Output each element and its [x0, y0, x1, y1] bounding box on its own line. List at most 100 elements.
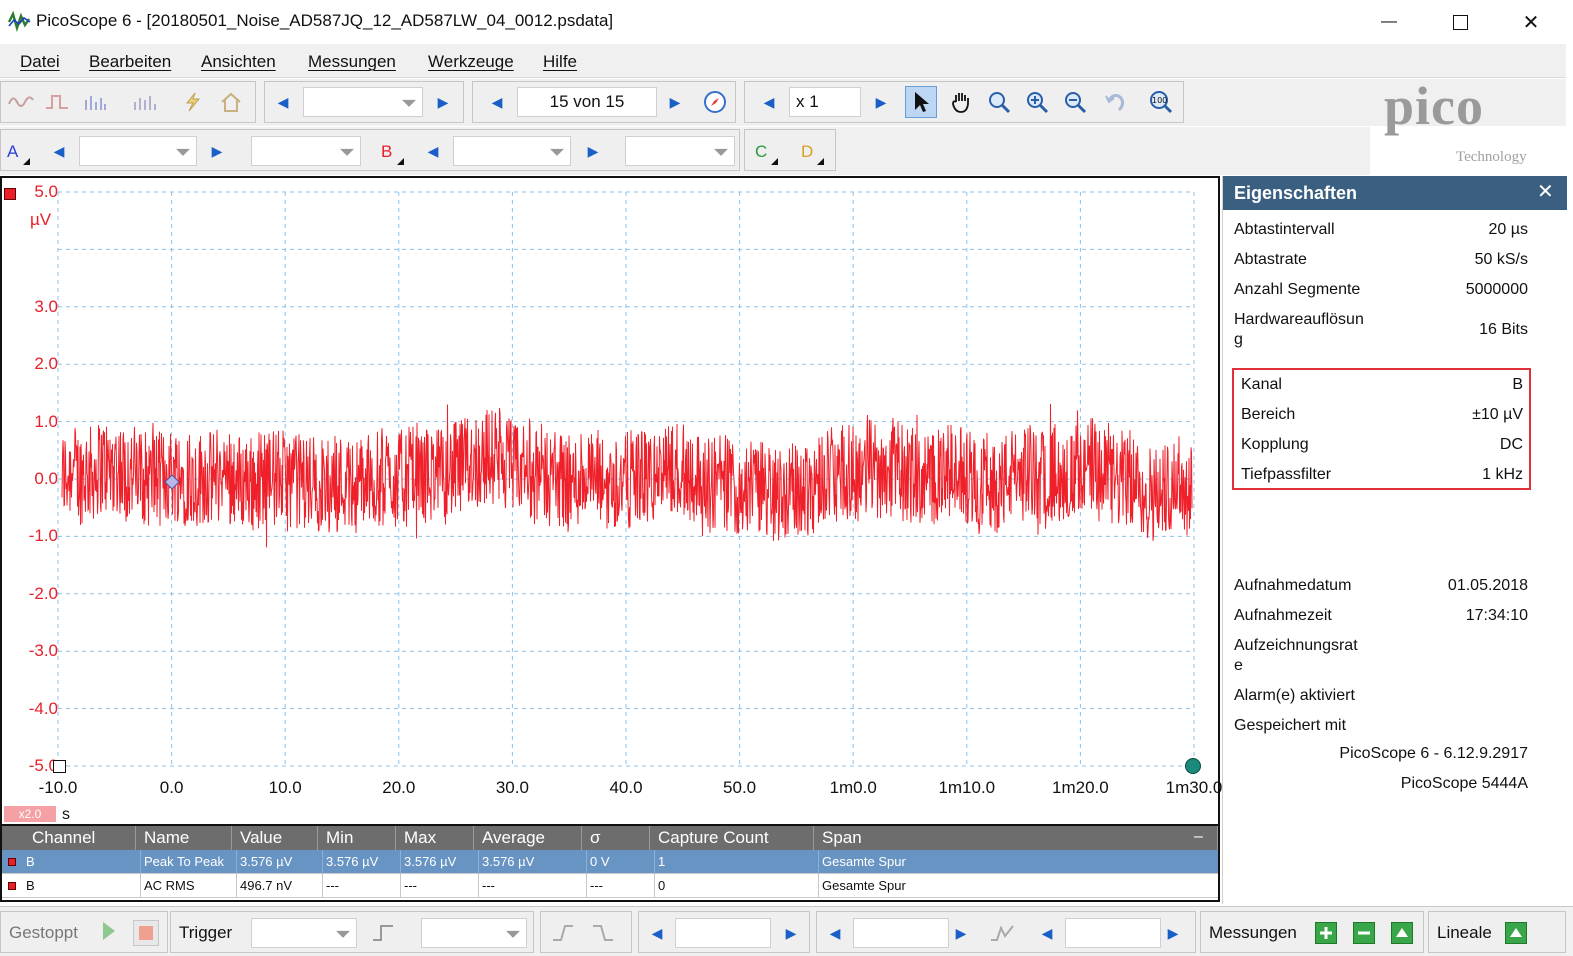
delay-next-button[interactable]: ▶ — [1161, 918, 1185, 948]
spectrum-persistence-icon[interactable] — [129, 86, 161, 118]
x-zoom-badge: x2.0 — [4, 806, 56, 822]
threshold-field[interactable] — [675, 918, 771, 948]
pico-logo-text: pico — [1384, 76, 1485, 136]
column-header[interactable]: Min — [318, 826, 396, 850]
buffer-next-button[interactable]: ▶ — [663, 87, 687, 117]
menu-bearbeiten[interactable]: Bearbeiten — [89, 52, 171, 72]
property-value: 20 µs — [1488, 221, 1528, 238]
zoom-out-icon[interactable] — [1059, 86, 1091, 118]
zoom-prev-button[interactable]: ◀ — [757, 87, 781, 117]
close-window-button[interactable]: ✕ — [1496, 0, 1566, 44]
channel-a-range-prev[interactable]: ◀ — [47, 136, 71, 166]
channel-b-range-prev[interactable]: ◀ — [421, 136, 445, 166]
channel-a-range-select[interactable] — [79, 136, 197, 166]
channel-b-button[interactable]: B — [381, 142, 392, 162]
menu-ansichten[interactable]: Ansichten — [201, 52, 276, 72]
rulers-settings-button[interactable] — [1505, 922, 1527, 944]
channel-a-options-icon[interactable] — [23, 158, 30, 165]
pretrigger-next-button[interactable]: ▶ — [949, 918, 973, 948]
column-header[interactable]: Value — [232, 826, 318, 850]
persistence-mode-icon[interactable] — [41, 86, 73, 118]
column-header[interactable]: Span — [814, 826, 1218, 850]
zoom-factor-field[interactable]: x 1 — [789, 87, 861, 117]
zoom-region-icon[interactable] — [983, 86, 1015, 118]
zoom-next-button[interactable]: ▶ — [869, 87, 893, 117]
channel-color-marker — [8, 858, 16, 866]
run-stop-group: Gestoppt — [0, 911, 168, 953]
pretrigger-field[interactable] — [853, 918, 949, 948]
pretrigger-prev-button[interactable]: ◀ — [823, 918, 847, 948]
remove-measurement-button[interactable] — [1353, 922, 1375, 944]
menu-bar: Datei Bearbeiten Ansichten Messungen Wer… — [0, 44, 1566, 78]
channel-c-options-icon[interactable] — [771, 158, 778, 165]
column-header[interactable]: Channel — [2, 826, 136, 850]
trigger-mode-select[interactable] — [251, 918, 357, 948]
channel-a-coupling-select[interactable] — [251, 136, 361, 166]
channel-b-coupling-select[interactable] — [625, 136, 735, 166]
channel-d-button[interactable]: D — [801, 142, 813, 162]
compass-icon[interactable] — [699, 86, 731, 118]
column-header[interactable]: σ — [582, 826, 650, 850]
zoom-100-icon[interactable]: 100 — [1145, 86, 1177, 118]
waveform-plot[interactable] — [2, 178, 1218, 824]
buffer-position-field[interactable]: 15 von 15 — [517, 87, 657, 117]
column-header[interactable]: Name — [136, 826, 232, 850]
scope-mode-icon[interactable] — [5, 86, 37, 118]
property-label: Gespeichert mit — [1234, 717, 1347, 734]
threshold-prev-button[interactable]: ◀ — [645, 918, 669, 948]
property-label: Bereich — [1241, 406, 1296, 423]
delay-field[interactable] — [1065, 918, 1161, 948]
column-header[interactable]: Average — [474, 826, 582, 850]
properties-close-icon[interactable]: ✕ — [1537, 179, 1554, 204]
scope-view[interactable]: µV 5.0 3.0 2.0 1.0 0.0 -1.0 -2.0 -3.0 -4.0 -5.0 -… — [0, 176, 1222, 826]
home-icon[interactable] — [215, 86, 247, 118]
zoom-in-icon[interactable] — [1021, 86, 1053, 118]
time-ruler-handle[interactable] — [53, 760, 66, 773]
picoscope-app-icon — [8, 10, 31, 32]
select-tool-icon[interactable] — [905, 86, 937, 118]
add-measurement-button[interactable] — [1315, 922, 1337, 944]
property-value: 01.05.2018 — [1447, 577, 1528, 594]
channel-d-options-icon[interactable] — [817, 158, 824, 165]
post-trigger-marker[interactable] — [1185, 758, 1201, 774]
rising-edge-icon[interactable] — [551, 922, 575, 947]
software-version: PicoScope 6 - 6.12.9.2917 — [1339, 745, 1528, 762]
edit-measurement-button[interactable] — [1391, 922, 1413, 944]
trigger-delay-icon[interactable] — [989, 922, 1015, 947]
menu-messungen[interactable]: Messungen — [308, 52, 396, 72]
hand-tool-icon[interactable] — [945, 86, 977, 118]
column-header[interactable]: Max — [396, 826, 474, 850]
channel-cd-group: C D — [744, 129, 836, 171]
timebase-prev-button[interactable]: ◀ — [271, 87, 295, 117]
undo-zoom-icon[interactable] — [1099, 86, 1131, 118]
timebase-select[interactable] — [303, 87, 423, 117]
column-header[interactable]: Capture Count — [650, 826, 814, 850]
maximize-button[interactable] — [1425, 0, 1495, 44]
falling-edge-icon[interactable] — [591, 922, 615, 947]
property-value: ±10 µV — [1472, 406, 1523, 423]
menu-datei[interactable]: Datei — [20, 52, 60, 72]
delay-prev-button[interactable]: ◀ — [1035, 918, 1059, 948]
channel-b-range-next[interactable]: ▶ — [581, 136, 605, 166]
property-label: Abtastrate — [1234, 251, 1307, 268]
auto-setup-icon[interactable] — [177, 86, 209, 118]
property-label: Kanal — [1241, 376, 1282, 393]
spectrum-mode-icon[interactable] — [79, 86, 111, 118]
channel-ab-group: A ◀ ▶ B ◀ ▶ — [0, 129, 740, 171]
menu-werkzeuge[interactable]: Werkzeuge — [428, 52, 514, 72]
menu-hilfe[interactable]: Hilfe — [543, 52, 577, 72]
threshold-next-button[interactable]: ▶ — [779, 918, 803, 948]
trigger-channel-select[interactable] — [421, 918, 527, 948]
stop-button[interactable] — [133, 920, 159, 946]
channel-a-button[interactable]: A — [7, 142, 18, 162]
channel-b-range-select[interactable] — [453, 136, 571, 166]
minimize-button[interactable]: — — [1354, 0, 1424, 44]
timebase-next-button[interactable]: ▶ — [431, 87, 455, 117]
channel-a-range-next[interactable]: ▶ — [205, 136, 229, 166]
channel-c-button[interactable]: C — [755, 142, 767, 162]
start-icon[interactable] — [103, 922, 115, 940]
channel-b-options-icon[interactable] — [397, 158, 404, 165]
buffer-prev-button[interactable]: ◀ — [485, 87, 509, 117]
collapse-table-icon[interactable]: – — [1194, 828, 1208, 848]
trigger-edge-icon[interactable] — [371, 922, 395, 944]
